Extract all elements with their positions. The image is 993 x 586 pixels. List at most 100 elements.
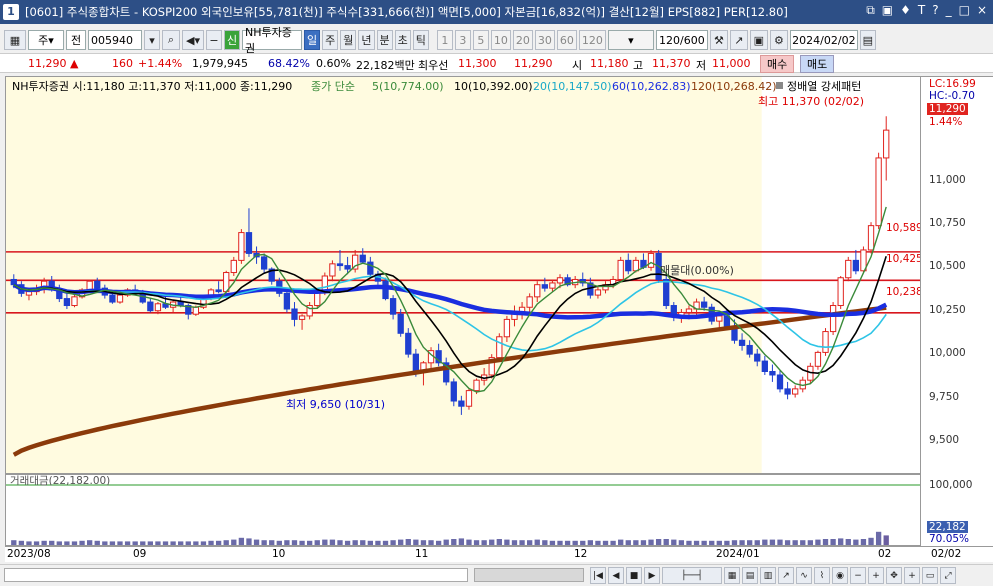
volume-bar xyxy=(185,541,191,545)
tab-minute[interactable]: 분 xyxy=(376,30,393,50)
font-icon[interactable]: T xyxy=(918,3,925,18)
gear-icon[interactable]: ⚙ xyxy=(769,30,788,50)
prev-icon[interactable]: ◀ xyxy=(608,567,624,584)
candle xyxy=(837,276,844,309)
tab-tick[interactable]: 틱 xyxy=(412,30,429,50)
volume-bar xyxy=(253,539,260,545)
volume-bar xyxy=(633,540,639,545)
tab-year[interactable]: 년 xyxy=(358,30,375,50)
help-icon[interactable]: ? xyxy=(932,3,938,18)
maximize-icon[interactable]: □ xyxy=(959,3,970,18)
chart-settings-icon[interactable]: ⚒ xyxy=(709,30,728,50)
move-icon[interactable]: ✥ xyxy=(886,567,902,584)
trend-icon[interactable]: ↗ xyxy=(778,567,794,584)
add-icon[interactable]: + xyxy=(904,567,920,584)
volume-bar xyxy=(49,540,55,545)
sell-button[interactable]: 매도 xyxy=(800,55,835,73)
first-icon[interactable]: |◀ xyxy=(590,567,606,584)
best-ask: 11,300 xyxy=(458,57,497,70)
interval-5[interactable]: 5 xyxy=(472,30,489,50)
candle-body xyxy=(663,278,670,307)
grid-icon[interactable]: ▦ xyxy=(4,30,26,50)
volume-bar xyxy=(102,541,108,545)
zoom-slider[interactable]: ├──┤ xyxy=(662,567,722,584)
sound-icon[interactable]: ◀▾ xyxy=(182,30,204,50)
tab-month[interactable]: 월 xyxy=(340,30,357,50)
volume-bar xyxy=(360,540,366,545)
price-change-pct: +1.44% xyxy=(138,57,183,70)
volume-chart[interactable]: 거래대금(22,182.00) xyxy=(5,474,921,546)
tab-day[interactable]: 일 xyxy=(304,30,321,50)
interval-30[interactable]: 30 xyxy=(534,30,555,50)
chart-scrollbar-track[interactable] xyxy=(4,568,468,582)
diamond-icon[interactable]: ♦ xyxy=(900,3,911,18)
candle-body xyxy=(746,344,753,355)
x-label-oct: 10 xyxy=(272,548,286,560)
buy-button[interactable]: 매수 xyxy=(760,55,795,73)
candle xyxy=(488,354,495,379)
candle xyxy=(647,249,655,271)
camera-icon[interactable]: ◉ xyxy=(832,567,848,584)
stop-icon[interactable]: ■ xyxy=(626,567,642,584)
pattern-label: 정배열 강세패턴 xyxy=(787,80,861,93)
credit-badge: 신 xyxy=(224,30,240,50)
close-icon[interactable]: × xyxy=(977,3,987,18)
chevron-down-icon[interactable]: ▾ xyxy=(144,30,160,50)
ma20-legend: 20(10,147.50) xyxy=(533,80,612,93)
zoom-out-icon[interactable]: − xyxy=(850,567,866,584)
volume-bar xyxy=(739,540,745,545)
volume-bar xyxy=(610,540,616,545)
minus-icon[interactable]: − xyxy=(206,30,222,50)
tab-second[interactable]: 초 xyxy=(394,30,411,50)
high-label: 고 xyxy=(633,59,644,72)
date-input[interactable]: 2024/02/02 xyxy=(789,30,858,50)
chart-scrollbar-thumb[interactable] xyxy=(474,568,584,582)
interval-60[interactable]: 60 xyxy=(556,30,577,50)
market-type-select[interactable]: 주 ▾ xyxy=(28,30,64,50)
print-icon[interactable]: ▭ xyxy=(922,567,938,584)
candle-body xyxy=(776,374,784,390)
candle-body xyxy=(723,315,731,327)
candle-type-icon[interactable]: ▥ xyxy=(760,567,776,584)
tab-week[interactable]: 주 xyxy=(322,30,339,50)
interval-120[interactable]: 120 xyxy=(578,30,606,50)
interval-1[interactable]: 1 xyxy=(436,30,453,50)
volume-bar xyxy=(481,540,487,545)
open-price: 11,180 xyxy=(590,57,629,70)
layout-icon[interactable]: ▣ xyxy=(882,3,893,18)
next-icon[interactable]: ▶ xyxy=(644,567,660,584)
layout-list-icon[interactable]: ▤ xyxy=(742,567,758,584)
quote-bar: 11,290 ▲ 160 +1.44% 1,979,945 68.42% 0.6… xyxy=(0,53,993,73)
candle-body xyxy=(397,313,404,334)
interval-custom-select[interactable]: ▾ xyxy=(607,30,654,50)
interval-20[interactable]: 20 xyxy=(512,30,533,50)
volume-bar xyxy=(307,540,313,545)
wave-icon[interactable]: ∿ xyxy=(796,567,812,584)
stock-code-input[interactable]: 005940 xyxy=(88,30,142,50)
volume-bar xyxy=(784,540,791,545)
zoom-in-icon[interactable]: + xyxy=(868,567,884,584)
minimize-icon[interactable]: _ xyxy=(946,3,952,18)
volume-bar xyxy=(215,540,222,545)
count-input[interactable]: 120/600 xyxy=(655,30,708,50)
period-select[interactable]: 전 xyxy=(66,30,86,50)
draw-line-icon[interactable]: ↗ xyxy=(729,30,748,50)
candle-body xyxy=(632,259,640,272)
candle-body xyxy=(867,225,875,251)
window-title: [0601] 주식종합차트 - KOSPI200 외국인보유[55,781(천)… xyxy=(25,5,788,19)
expand-icon[interactable]: ⤢ xyxy=(940,567,956,584)
link-icon[interactable]: ⧉ xyxy=(866,3,875,18)
indicator-icon[interactable]: ⌇ xyxy=(814,567,830,584)
layout-grid-icon[interactable]: ▦ xyxy=(724,567,740,584)
volume-bar xyxy=(170,541,176,545)
interval-3[interactable]: 3 xyxy=(454,30,471,50)
interval-10[interactable]: 10 xyxy=(490,30,511,50)
candle-body xyxy=(412,353,420,372)
search-icon[interactable]: ⌕ xyxy=(162,30,180,50)
candle-body xyxy=(852,259,860,272)
calendar-icon[interactable]: ▤ xyxy=(859,30,876,50)
volume-bar xyxy=(33,541,40,545)
save-icon[interactable]: ▣ xyxy=(749,30,768,50)
price-chart[interactable]: NH투자증권 시:11,180 고:11,370 저:11,000 종:11,2… xyxy=(5,76,921,474)
volume-bar xyxy=(322,539,328,545)
